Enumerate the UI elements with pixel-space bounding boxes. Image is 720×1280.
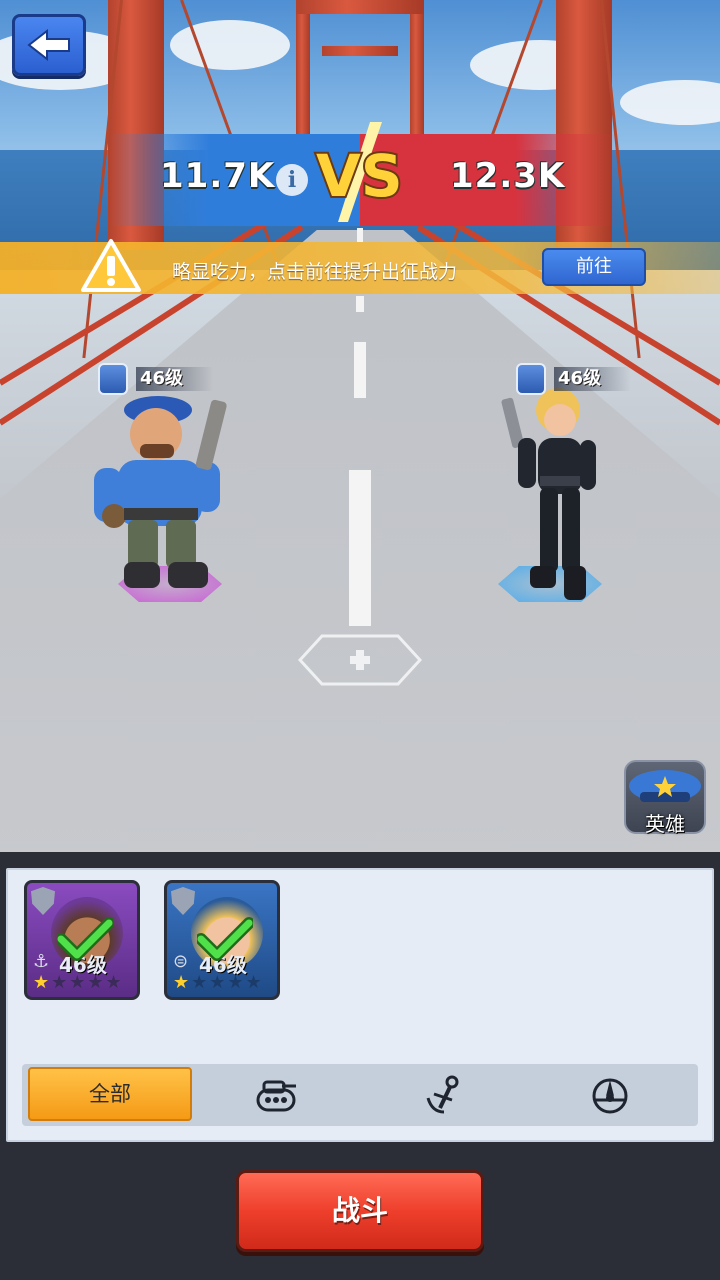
warning-message: 略显吃力，点击前往提升出征战力	[172, 261, 458, 283]
player-hero-level: 46级	[136, 367, 214, 391]
cloud	[170, 20, 290, 70]
lane-marking	[354, 342, 366, 398]
vs-label: VS	[316, 142, 403, 210]
checkmark-icon	[57, 917, 113, 961]
enemy-hero-figure[interactable]	[500, 380, 610, 602]
power-comparison-bar: 11.7K i 12.3K VS	[0, 122, 720, 226]
goto-button[interactable]: 前往	[542, 248, 646, 286]
anchor-icon: ⚓	[33, 951, 50, 972]
lane-marking	[357, 228, 363, 242]
battle-button[interactable]: 战斗	[236, 1170, 484, 1252]
shield-icon	[171, 887, 195, 915]
far-tower-right	[410, 0, 424, 140]
player-hero-level-tag: 46级	[98, 363, 214, 395]
info-icon[interactable]: i	[276, 164, 308, 196]
officer-cap-icon	[629, 770, 701, 802]
enemy-power: 12.3K	[450, 156, 566, 196]
tank-class-icon	[98, 363, 128, 395]
player-hero-figure[interactable]	[88, 392, 248, 602]
tank-class-icon	[516, 363, 546, 395]
aircraft-icon[interactable]	[588, 1074, 632, 1116]
star-rating: ★★★★★	[173, 972, 264, 993]
shield-icon	[31, 887, 55, 915]
checkmark-icon	[197, 917, 253, 961]
arrow-left-icon	[27, 29, 70, 61]
spawn-pad-icon	[298, 634, 422, 686]
far-tower-beam	[296, 0, 424, 14]
far-tower-left	[296, 0, 310, 140]
lane-marking	[349, 470, 371, 626]
player-power: 11.7K	[160, 156, 276, 196]
warning-icon	[81, 239, 141, 292]
hero-button-label: 英雄	[645, 812, 685, 836]
lane-marking	[356, 296, 364, 312]
enemy-hero-level: 46级	[554, 367, 632, 391]
back-button[interactable]	[12, 14, 86, 76]
tank-icon: ⊜	[173, 951, 189, 972]
enemy-hero-level-tag: 46级	[516, 363, 632, 395]
far-tower-beam	[322, 46, 398, 56]
vs-icon: VS	[314, 122, 405, 222]
hero-card-1[interactable]: ⚓ 46级 ★★★★★	[24, 880, 140, 1000]
anchor-icon[interactable]	[422, 1074, 466, 1116]
star-rating: ★★★★★	[33, 972, 124, 993]
tank-icon[interactable]	[254, 1074, 298, 1116]
hero-card-2[interactable]: ⊜ 46级 ★★★★★	[164, 880, 280, 1000]
filter-all-tab[interactable]: 全部	[28, 1067, 192, 1121]
cloud	[620, 80, 720, 125]
